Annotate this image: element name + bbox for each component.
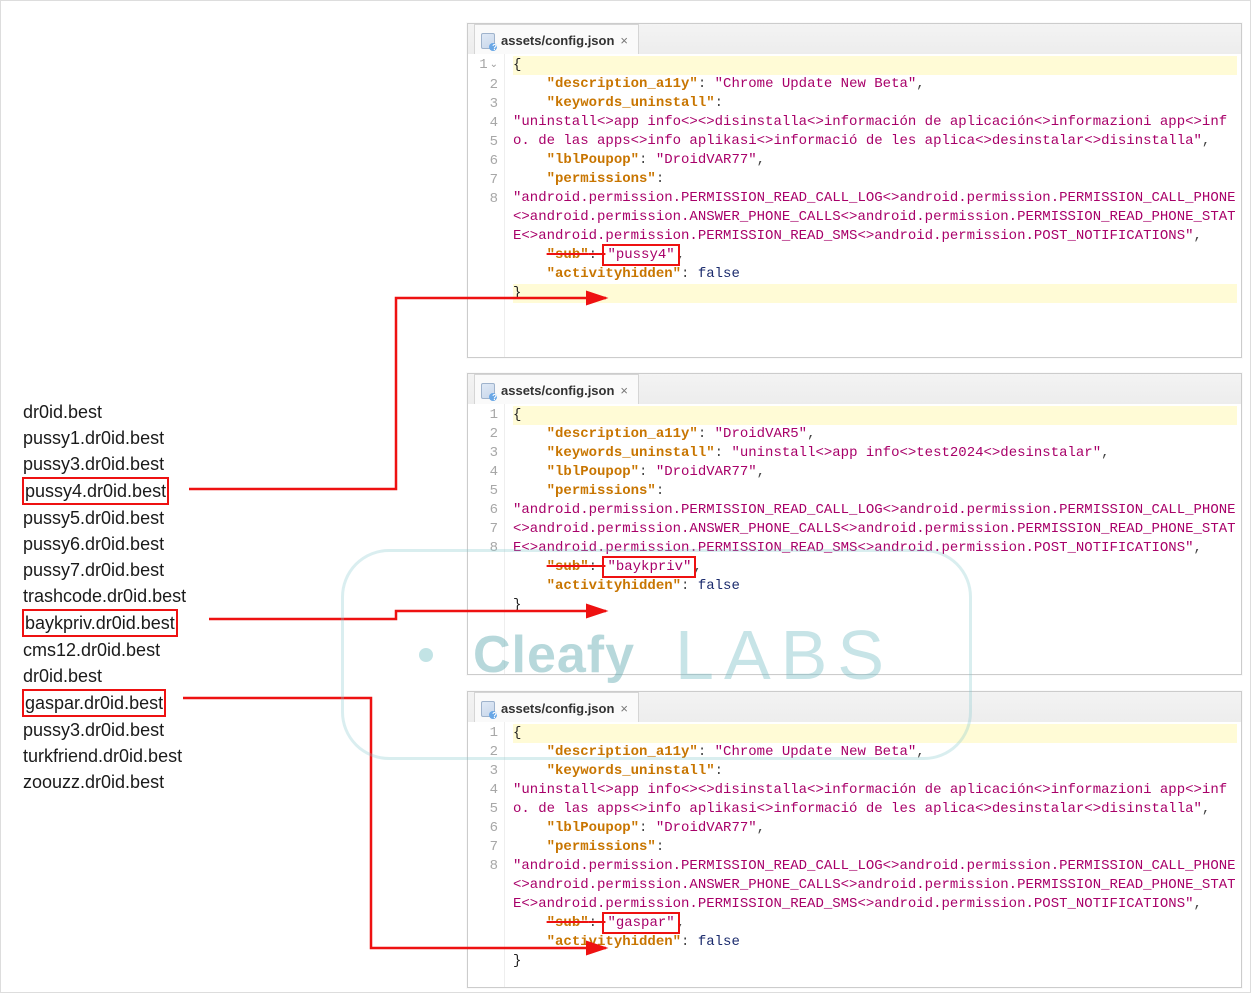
editor-body[interactable]: 12345678 { "description_a11y": "Chrome U…: [468, 722, 1241, 987]
watermark-brand: Cleafy: [473, 625, 635, 685]
highlight-box: "pussy4": [605, 247, 676, 263]
highlight-box: gaspar.dr0id.best: [23, 690, 165, 716]
domain-row: gaspar.dr0id.best: [23, 689, 186, 717]
domain-row: pussy1.dr0id.best: [23, 425, 186, 451]
domain-row: pussy5.dr0id.best: [23, 505, 186, 531]
file-json-icon: ?: [481, 383, 495, 399]
line-gutter: 12345678: [468, 722, 505, 987]
code-area[interactable]: { "description_a11y": "Chrome Update New…: [505, 54, 1241, 357]
tab-title: assets/config.json: [501, 383, 614, 398]
line-gutter: 1⌄2345678: [468, 54, 505, 357]
code-area[interactable]: { "description_a11y": "Chrome Update New…: [505, 722, 1241, 987]
domain-row: pussy3.dr0id.best: [23, 451, 186, 477]
domain-list: dr0id.bestpussy1.dr0id.bestpussy3.dr0id.…: [23, 399, 186, 795]
domain-row: pussy4.dr0id.best: [23, 477, 186, 505]
watermark-labs: LABS: [675, 615, 894, 695]
domain-row: cms12.dr0id.best: [23, 637, 186, 663]
file-json-icon: ?: [481, 33, 495, 49]
watermark-dot-icon: [419, 648, 433, 662]
tab-bar: ? assets/config.json ×: [468, 24, 1241, 55]
watermark: Cleafy LABS: [341, 549, 972, 760]
domain-row: pussy3.dr0id.best: [23, 717, 186, 743]
domain-row: trashcode.dr0id.best: [23, 583, 186, 609]
tab-bar: ? assets/config.json ×: [468, 374, 1241, 405]
highlight-box: pussy4.dr0id.best: [23, 478, 168, 504]
editor-body[interactable]: 1⌄2345678 { "description_a11y": "Chrome …: [468, 54, 1241, 357]
highlight-box: baykpriv.dr0id.best: [23, 610, 177, 636]
domain-row: pussy7.dr0id.best: [23, 557, 186, 583]
highlight-box: "gaspar": [605, 915, 676, 931]
domain-row: pussy6.dr0id.best: [23, 531, 186, 557]
close-icon[interactable]: ×: [620, 33, 628, 48]
domain-row: baykpriv.dr0id.best: [23, 609, 186, 637]
domain-row: turkfriend.dr0id.best: [23, 743, 186, 769]
domain-row: dr0id.best: [23, 399, 186, 425]
domain-row: zoouzz.dr0id.best: [23, 769, 186, 795]
tab-title: assets/config.json: [501, 33, 614, 48]
domain-row: dr0id.best: [23, 663, 186, 689]
close-icon[interactable]: ×: [620, 383, 628, 398]
editor-tab[interactable]: ? assets/config.json ×: [474, 374, 639, 406]
code-editor-1: ? assets/config.json × 1⌄2345678 { "desc…: [467, 23, 1242, 358]
editor-tab[interactable]: ? assets/config.json ×: [474, 24, 639, 56]
